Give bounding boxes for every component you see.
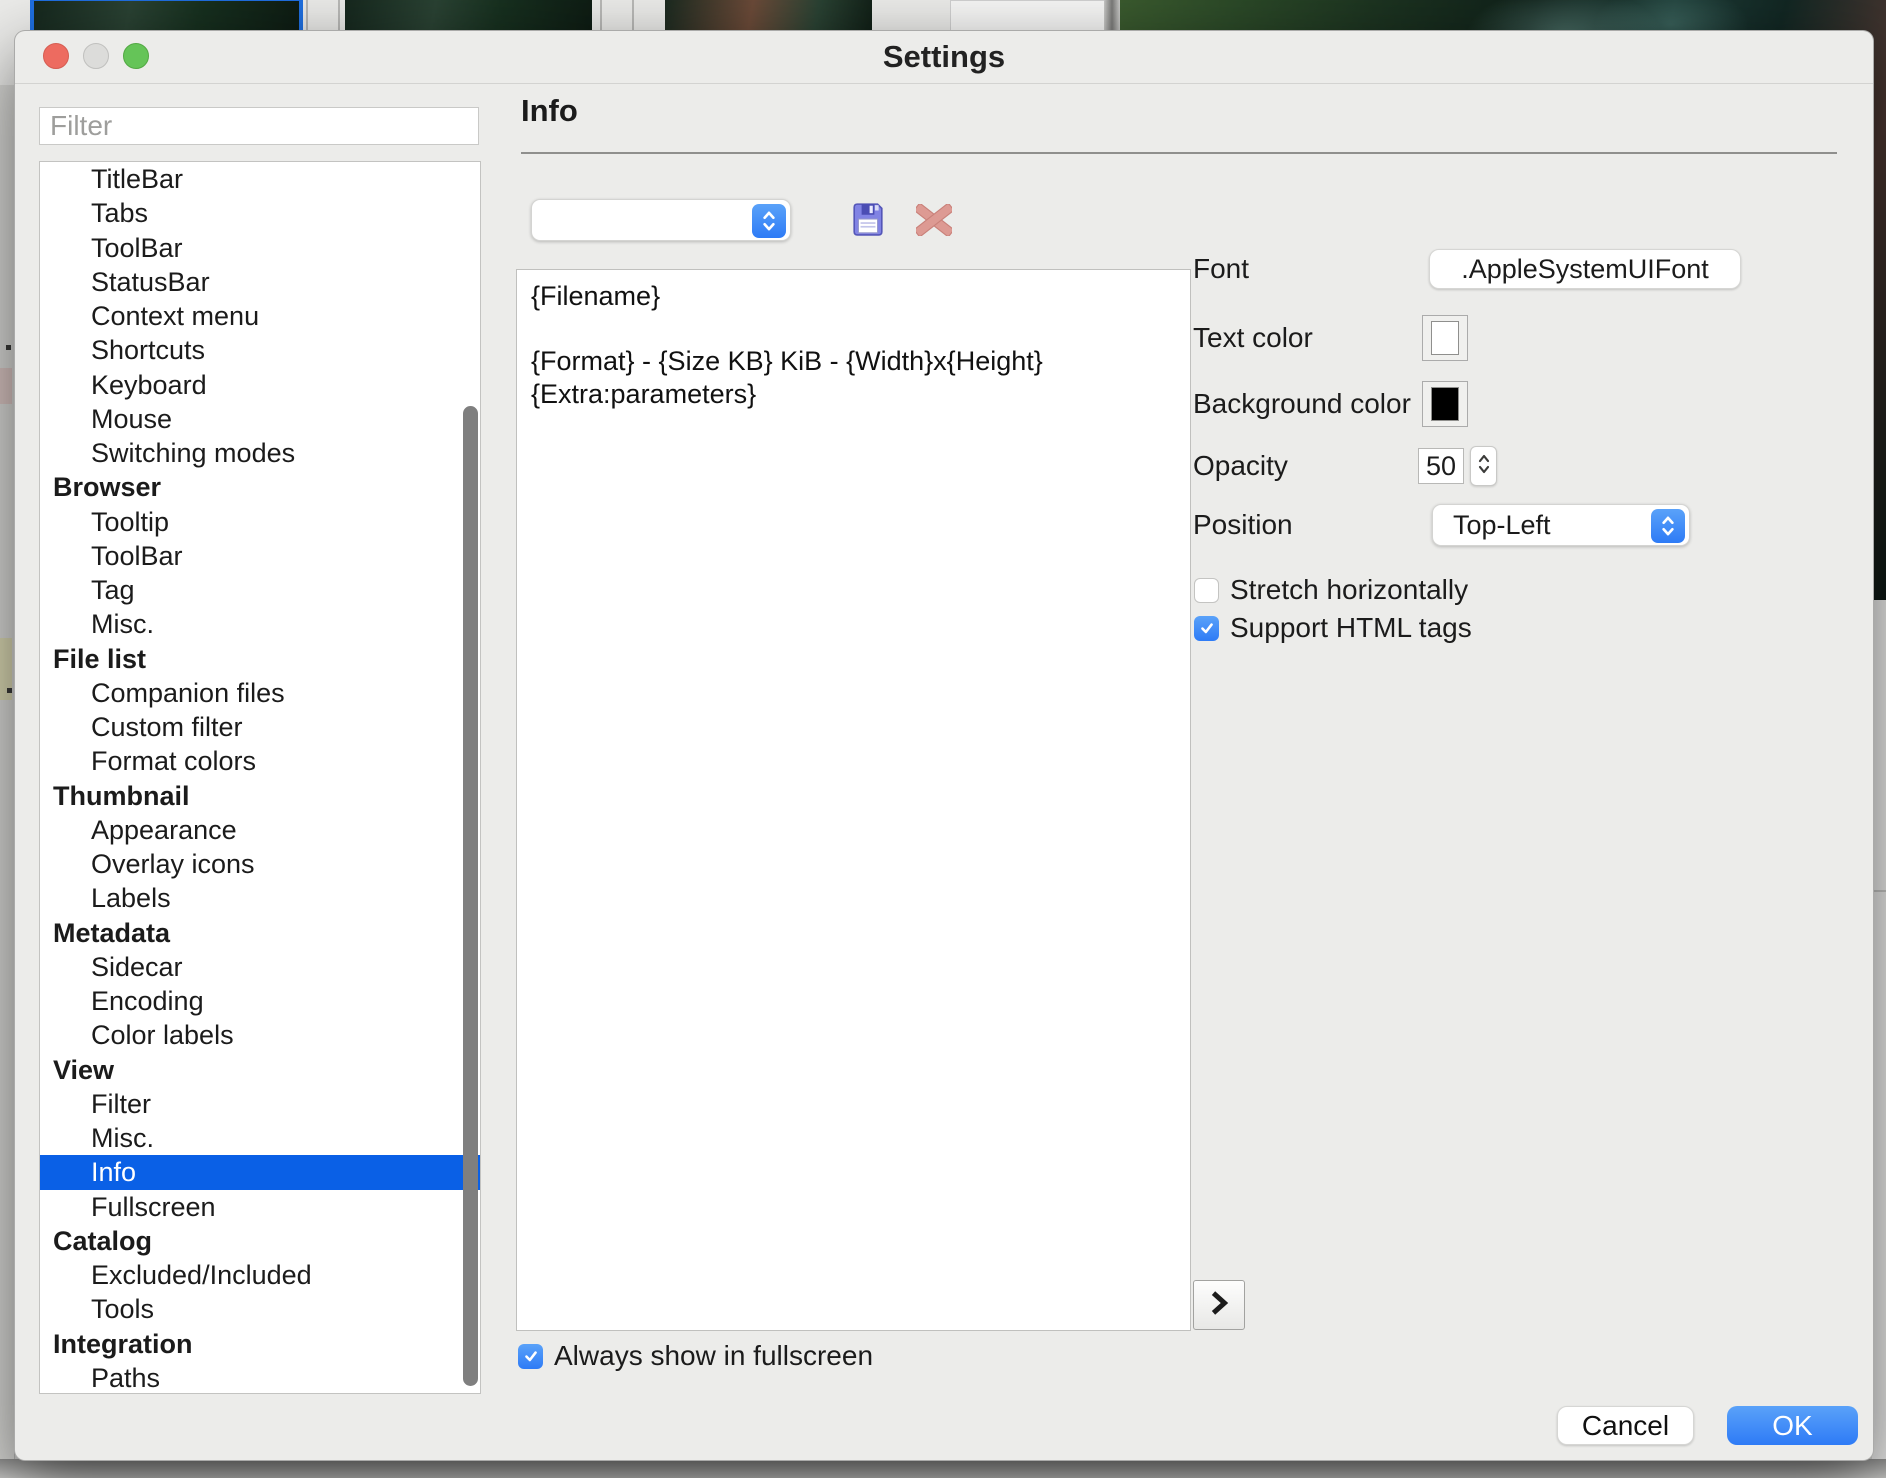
position-label: Position [1193, 509, 1293, 540]
preset-dropdown[interactable] [531, 199, 791, 241]
sidebar-item-excluded-included[interactable]: Excluded/Included [40, 1258, 480, 1292]
ok-button[interactable]: OK [1727, 1406, 1858, 1445]
up-down-chevrons-icon [752, 204, 786, 238]
opacity-input[interactable]: 50 [1418, 448, 1464, 484]
sidebar-item-tooltip[interactable]: Tooltip [40, 505, 480, 539]
position-dropdown-value: Top-Left [1453, 510, 1551, 540]
settings-dialog: Settings TitleBarTabsToolBarStatusBarCon… [14, 30, 1874, 1461]
floppy-disk-icon [851, 203, 885, 241]
insert-placeholder-button[interactable] [1193, 1280, 1245, 1330]
sidebar-item-color-labels[interactable]: Color labels [40, 1018, 480, 1052]
up-down-chevrons-icon [1651, 509, 1685, 543]
sidebar-item-tag[interactable]: Tag [40, 573, 480, 607]
up-down-chevrons-icon [1477, 451, 1491, 482]
settings-category-list: TitleBar Tabs ToolBar StatusBar Context menu… [39, 161, 481, 1394]
filter-input[interactable] [39, 107, 479, 145]
dialog-titlebar: Settings [15, 31, 1873, 84]
always-show-fullscreen-label: Always show in fullscreen [554, 1340, 874, 1371]
background-color-well[interactable] [1422, 381, 1468, 427]
sidebar-item-filter[interactable]: Filter [40, 1087, 480, 1121]
background-right-sliver [1872, 600, 1886, 1478]
sidebar-item-toolbar[interactable]: ToolBar [40, 539, 480, 573]
sidebar-item-paths[interactable]: Paths [40, 1361, 480, 1393]
sidebar-item-statusbar[interactable]: StatusBar [40, 265, 480, 299]
background-color-block [0, 368, 12, 404]
dialog-title: Settings [882, 39, 1006, 74]
sidebar-section-integration[interactable]: Integration [40, 1327, 480, 1361]
list-scrollbar-thumb[interactable] [463, 406, 478, 1386]
sidebar-section-view[interactable]: View [40, 1053, 480, 1087]
text-color-swatch [1431, 321, 1459, 355]
stretch-horizontally-row: Stretch horizontally [1194, 574, 1468, 606]
header-separator [521, 152, 1837, 154]
sidebar-item-companion-files[interactable]: Companion files [40, 676, 480, 710]
sidebar-item-fullscreen[interactable]: Fullscreen [40, 1190, 480, 1224]
stretch-horizontally-label: Stretch horizontally [1230, 574, 1469, 605]
sidebar-section-metadata[interactable]: Metadata [40, 916, 480, 950]
font-picker-button[interactable]: .AppleSystemUIFont [1429, 249, 1741, 289]
sidebar-item-shortcuts[interactable]: Shortcuts [40, 333, 480, 367]
save-preset-button[interactable] [851, 200, 885, 238]
sidebar-item-titlebar[interactable]: TitleBar [40, 162, 480, 196]
sidebar-item-encoding[interactable]: Encoding [40, 984, 480, 1018]
stretch-horizontally-checkbox[interactable] [1194, 577, 1219, 603]
font-label: Font [1193, 253, 1250, 284]
background-dot [6, 345, 11, 350]
opacity-label: Opacity [1193, 450, 1288, 481]
info-template-textarea[interactable] [516, 269, 1191, 1331]
page-title: Info [521, 93, 578, 128]
sidebar-item-tools[interactable]: Tools [40, 1292, 480, 1326]
support-html-tags-checkbox[interactable] [1194, 615, 1219, 641]
sidebar-item-tabs[interactable]: Tabs [40, 196, 480, 230]
text-color-well[interactable] [1422, 315, 1468, 361]
delete-preset-button[interactable] [914, 203, 954, 239]
background-divider-line [1872, 890, 1886, 892]
text-color-label: Text color [1193, 322, 1313, 353]
sidebar-item-mouse[interactable]: Mouse [40, 402, 480, 436]
background-color-label: Background color [1193, 388, 1411, 419]
background-left-panel-sliver [0, 85, 15, 1478]
sidebar-section-catalog[interactable]: Catalog [40, 1224, 480, 1258]
opacity-stepper[interactable] [1470, 446, 1497, 486]
cancel-button[interactable]: Cancel [1557, 1406, 1694, 1445]
sidebar-item-sidecar[interactable]: Sidecar [40, 950, 480, 984]
sidebar-item-custom-filter[interactable]: Custom filter [40, 710, 480, 744]
sidebar-section-thumbnail[interactable]: Thumbnail [40, 779, 480, 813]
background-window-edge [0, 1459, 1886, 1478]
sidebar-item-format-colors[interactable]: Format colors [40, 744, 480, 778]
sidebar-item-switching-modes[interactable]: Switching modes [40, 436, 480, 470]
always-show-fullscreen-checkbox[interactable] [518, 1343, 543, 1369]
sidebar-section-file-list[interactable]: File list [40, 642, 480, 676]
sidebar-item-toolbar[interactable]: ToolBar [40, 231, 480, 265]
red-x-icon [914, 203, 954, 239]
always-show-fullscreen-row: Always show in fullscreen [518, 1340, 873, 1372]
sidebar-item-context-menu[interactable]: Context menu [40, 299, 480, 333]
sidebar-section-browser[interactable]: Browser [40, 470, 480, 504]
sidebar-item-misc[interactable]: Misc. [40, 607, 480, 641]
sidebar-item-overlay-icons[interactable]: Overlay icons [40, 847, 480, 881]
sidebar-item-labels[interactable]: Labels [40, 881, 480, 915]
support-html-row: Support HTML tags [1194, 612, 1472, 644]
background-color-swatch [1431, 387, 1459, 421]
sidebar-item-info[interactable]: Info [40, 1155, 480, 1190]
sidebar-item-appearance[interactable]: Appearance [40, 813, 480, 847]
support-html-tags-label: Support HTML tags [1230, 612, 1472, 643]
sidebar-item-keyboard[interactable]: Keyboard [40, 368, 480, 402]
chevron-right-icon [1208, 1289, 1230, 1322]
background-dot [7, 688, 12, 693]
position-dropdown[interactable]: Top-Left [1432, 504, 1690, 546]
sidebar-item-misc[interactable]: Misc. [40, 1121, 480, 1155]
